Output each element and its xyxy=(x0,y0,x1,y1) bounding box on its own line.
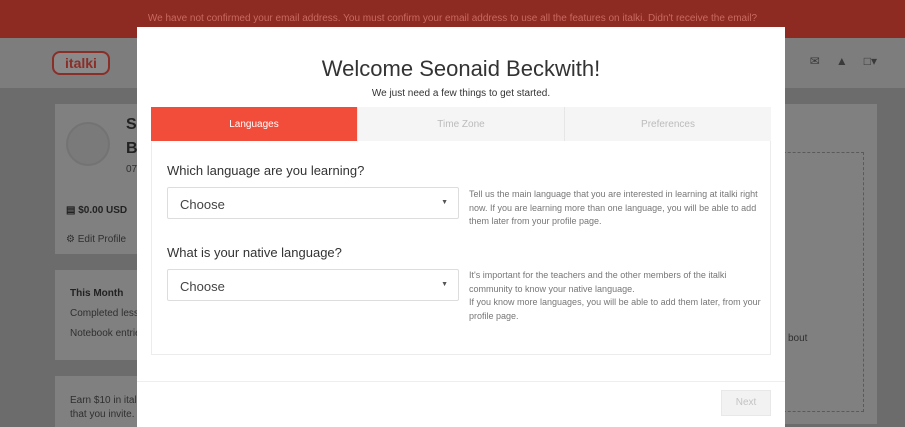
modal-subtitle: We just need a few things to get started… xyxy=(371,88,551,99)
native-language-hint-line-2: If you know more languages, you will be … xyxy=(469,297,761,321)
native-language-hint: It's important for the teachers and the … xyxy=(469,269,769,323)
tab-preferences[interactable]: Preferences xyxy=(565,107,771,141)
learning-language-question: Which language are you learning? xyxy=(167,163,365,178)
notebook-entries-label: Notebook entrie xyxy=(70,328,141,339)
profile-surname-fragment: B xyxy=(126,140,138,157)
balance: ▤ $0.00 USD xyxy=(66,205,128,216)
chevron-down-icon: ▼ xyxy=(441,281,448,288)
modal-title: Welcome Seonaid Beckwith! xyxy=(321,56,601,81)
setup-tabs: Languages Time Zone Preferences xyxy=(151,107,771,141)
learning-language-value: Choose xyxy=(180,197,225,212)
profile-id-fragment: 07 xyxy=(126,164,138,175)
dashed-placeholder xyxy=(778,152,864,412)
learning-language-select[interactable]: Choose ▼ xyxy=(167,187,459,219)
header-icons: ✉ ▲ □▾ xyxy=(810,54,877,68)
profile-avatar xyxy=(66,122,110,166)
native-language-value: Choose xyxy=(180,279,225,294)
right-column-fragment: bout xyxy=(788,333,808,344)
gear-icon: ⚙ xyxy=(66,234,75,245)
referral-text-line-1: Earn $10 in itali xyxy=(70,395,139,406)
native-language-question: What is your native language? xyxy=(167,245,342,260)
modal-footer-divider xyxy=(137,381,785,382)
next-button[interactable]: Next xyxy=(721,390,771,416)
mail-icon[interactable]: ✉ xyxy=(810,54,820,68)
edit-profile-link[interactable]: ⚙ Edit Profile xyxy=(66,234,126,245)
referral-text-line-2: that you invite. xyxy=(70,409,135,420)
tab-languages[interactable]: Languages xyxy=(151,107,358,141)
this-month-heading: This Month xyxy=(70,288,124,299)
tab-time-zone[interactable]: Time Zone xyxy=(358,107,565,141)
completed-lessons-label: Completed less xyxy=(70,308,139,319)
chevron-down-icon: ▼ xyxy=(441,199,448,206)
welcome-modal: Welcome Seonaid Beckwith! We just need a… xyxy=(137,27,785,427)
native-language-select[interactable]: Choose ▼ xyxy=(167,269,459,301)
profile-name-fragment: S xyxy=(126,116,137,133)
bell-icon[interactable]: ▲ xyxy=(836,54,848,68)
wallet-icon: ▤ xyxy=(66,205,76,216)
native-language-hint-line-1: It's important for the teachers and the … xyxy=(469,270,727,294)
learning-language-hint: Tell us the main language that you are i… xyxy=(469,189,758,226)
avatar-icon[interactable]: □▾ xyxy=(864,54,877,68)
italki-logo[interactable]: italki xyxy=(52,51,110,75)
languages-panel: Which language are you learning? Choose … xyxy=(151,141,771,355)
